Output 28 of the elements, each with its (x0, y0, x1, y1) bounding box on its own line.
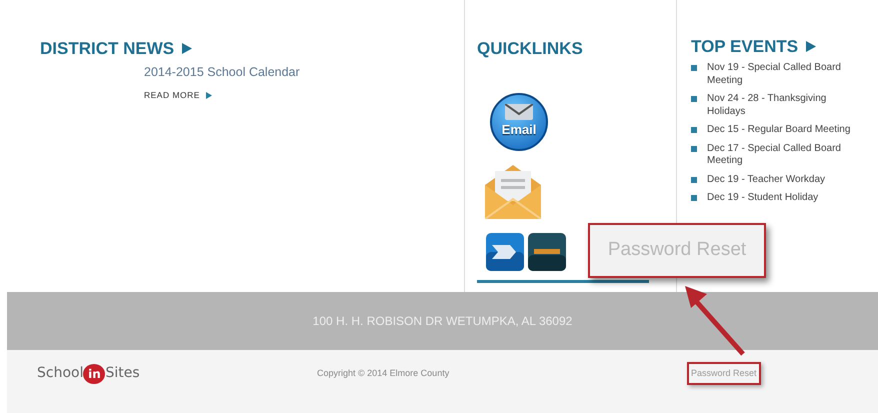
bullet-icon (691, 127, 697, 133)
section-heading: QUICKLINKS (477, 40, 583, 57)
callout-zoom: Password Reset (588, 223, 766, 278)
event-link[interactable]: Nov 24 - 28 - Thanksgiving Holidays (707, 93, 866, 118)
read-more-link[interactable]: READ MORE (144, 88, 212, 102)
bullet-icon (691, 176, 697, 182)
envelope-icon (505, 104, 533, 120)
section-heading: DISTRICT NEWS (40, 40, 174, 57)
bullet-icon (691, 146, 697, 152)
copyright-text: Copyright © 2014 Elmore County (317, 366, 450, 380)
logo: School in Sites (37, 363, 317, 384)
bullet-icon (691, 96, 697, 102)
section-heading: TOP EVENTS (691, 38, 798, 55)
triangle-icon (806, 41, 816, 52)
pointer-arrow (683, 284, 747, 356)
event-link[interactable]: Dec 19 - Student Holiday (707, 192, 818, 204)
bullet-icon (691, 65, 697, 71)
event-link[interactable]: Nov 19 - Special Called Board Meeting (707, 62, 866, 87)
event-link[interactable]: Dec 15 - Regular Board Meeting (707, 124, 850, 136)
app-icon[interactable] (528, 233, 566, 271)
app-icon[interactable] (486, 233, 524, 271)
triangle-icon (182, 43, 192, 54)
address-text: 100 H. H. ROBISON DR WETUMPKA, AL 36092 (312, 313, 572, 330)
triangle-icon (206, 92, 212, 99)
event-link[interactable]: Dec 17 - Special Called Board Meeting (707, 142, 866, 168)
bullet-icon (691, 195, 697, 201)
event-link[interactable]: Dec 19 - Teacher Workday (707, 174, 826, 186)
news-title[interactable]: 2014-2015 School Calendar (144, 63, 464, 82)
